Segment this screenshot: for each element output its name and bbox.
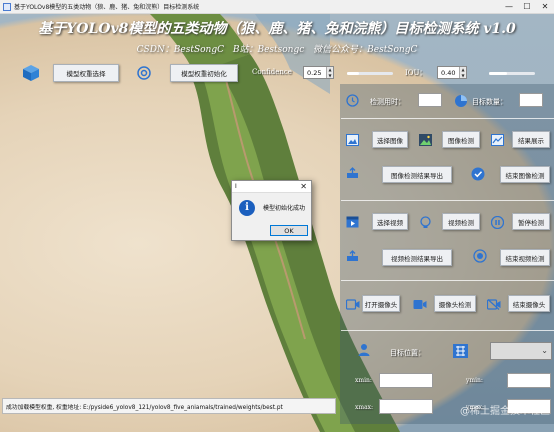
detect-video-button[interactable]: 视频检测 bbox=[442, 213, 480, 230]
xmin-label: xmin: bbox=[355, 377, 372, 384]
check-circle-icon bbox=[470, 166, 485, 181]
select-weights-button[interactable]: 模型权重选择 bbox=[53, 64, 119, 82]
target-icon bbox=[135, 64, 153, 82]
stop-circle-icon bbox=[472, 248, 487, 263]
divider bbox=[341, 280, 554, 281]
pie-chart-icon bbox=[453, 93, 468, 108]
chevron-down-icon: ⌄ bbox=[541, 346, 548, 355]
camera-detect-button[interactable]: 摄像头检测 bbox=[434, 295, 476, 312]
target-position-label: 目标位置： bbox=[390, 349, 425, 357]
iou-spinbox[interactable]: 0.40 ▲ ▼ bbox=[437, 66, 467, 79]
divider bbox=[341, 330, 554, 331]
camera-icon bbox=[345, 297, 360, 311]
location-person-icon bbox=[356, 342, 371, 357]
confidence-slider[interactable] bbox=[347, 72, 393, 75]
target-select-dropdown[interactable]: ⌄ bbox=[490, 342, 552, 360]
info-dialog: I ✕ i 模型初始化成功 OK bbox=[231, 180, 312, 241]
stop-video-detect-button[interactable]: 结束视频检测 bbox=[500, 249, 550, 266]
iou-slider[interactable] bbox=[489, 72, 535, 75]
ok-button[interactable]: OK bbox=[270, 225, 308, 236]
export-icon bbox=[345, 166, 359, 180]
image-icon bbox=[345, 133, 359, 147]
iou-label: IOU： bbox=[405, 69, 427, 77]
line-chart-icon bbox=[490, 133, 504, 147]
open-camera-button[interactable]: 打开摄像头 bbox=[362, 295, 400, 312]
export-image-result-button[interactable]: 图像检测结果导出 bbox=[382, 166, 452, 183]
app-subtitle: CSDN：BestSongC B站：Bestsongc 微信公众号：BestSo… bbox=[136, 45, 418, 55]
count-label: 目标数量： bbox=[472, 98, 507, 106]
app-icon bbox=[3, 2, 11, 11]
watermark: @稀土掘金技术社区 bbox=[460, 406, 550, 417]
spin-arrows-icon[interactable]: ▲ ▼ bbox=[459, 67, 466, 78]
close-button[interactable]: ✕ bbox=[536, 0, 554, 14]
ymin-label: ymin: bbox=[466, 377, 483, 384]
pause-detect-button[interactable]: 暂停检测 bbox=[512, 213, 550, 230]
maximize-button[interactable]: ☐ bbox=[518, 0, 536, 14]
app-title: 基于YOLOv8模型的五类动物（狼、鹿、猪、兔和浣熊）目标检测系统 v1.0 bbox=[38, 21, 516, 37]
xmin-field bbox=[379, 373, 433, 388]
confidence-label: Confidence bbox=[252, 68, 292, 76]
divider bbox=[341, 200, 554, 201]
lightbulb-icon bbox=[418, 215, 432, 229]
video-camera-icon bbox=[412, 297, 427, 311]
confidence-slider-fill bbox=[347, 72, 359, 75]
export-icon bbox=[345, 249, 359, 263]
dialog-close-button[interactable]: ✕ bbox=[300, 182, 307, 191]
stop-image-detect-button[interactable]: 结束图像检测 bbox=[500, 166, 550, 183]
confidence-value: 0.25 bbox=[307, 68, 322, 77]
divider bbox=[341, 118, 554, 119]
select-image-button[interactable]: 选择图像 bbox=[372, 131, 408, 148]
count-field bbox=[519, 93, 543, 107]
iou-value: 0.40 bbox=[441, 68, 456, 77]
clock-icon bbox=[345, 93, 359, 107]
window-titlebar: 基于YOLOv8模型的五类动物（狼、鹿、猪、兔和浣熊）目标检测系统 — ☐ ✕ bbox=[0, 0, 554, 14]
dialog-message: 模型初始化成功 bbox=[263, 205, 306, 212]
ymin-field bbox=[507, 373, 551, 388]
xmax-field bbox=[379, 399, 433, 414]
xmax-label: xmax: bbox=[355, 404, 374, 411]
window-title: 基于YOLOv8模型的五类动物（狼、鹿、猪、兔和浣熊）目标检测系统 bbox=[14, 4, 200, 11]
cube-icon bbox=[22, 64, 40, 82]
dialog-title: I bbox=[232, 181, 311, 193]
show-result-button[interactable]: 结果展示 bbox=[512, 131, 550, 148]
detect-image-button[interactable]: 图像检测 bbox=[442, 131, 480, 148]
status-bar: 成功加载模型权重, 权重地址: E:/pyside6_yolov8_121/yo… bbox=[2, 398, 336, 414]
init-weights-button[interactable]: 模型权重初始化 bbox=[170, 64, 238, 82]
export-video-result-button[interactable]: 视频检测结果导出 bbox=[382, 249, 452, 266]
video-icon bbox=[345, 215, 359, 229]
info-icon: i bbox=[239, 200, 255, 216]
spin-arrows-icon[interactable]: ▲ ▼ bbox=[326, 67, 333, 78]
confidence-spinbox[interactable]: 0.25 ▲ ▼ bbox=[303, 66, 334, 79]
select-video-button[interactable]: 选择视频 bbox=[372, 213, 408, 230]
camera-off-icon bbox=[486, 297, 501, 311]
iou-slider-fill bbox=[489, 72, 508, 75]
grid-icon bbox=[452, 343, 468, 358]
pause-icon bbox=[490, 215, 504, 229]
close-camera-button[interactable]: 结束摄像头 bbox=[508, 295, 550, 312]
time-field bbox=[418, 93, 442, 107]
minimize-button[interactable]: — bbox=[500, 0, 518, 14]
time-label: 检测用时： bbox=[370, 98, 405, 106]
picture-icon bbox=[418, 133, 432, 147]
